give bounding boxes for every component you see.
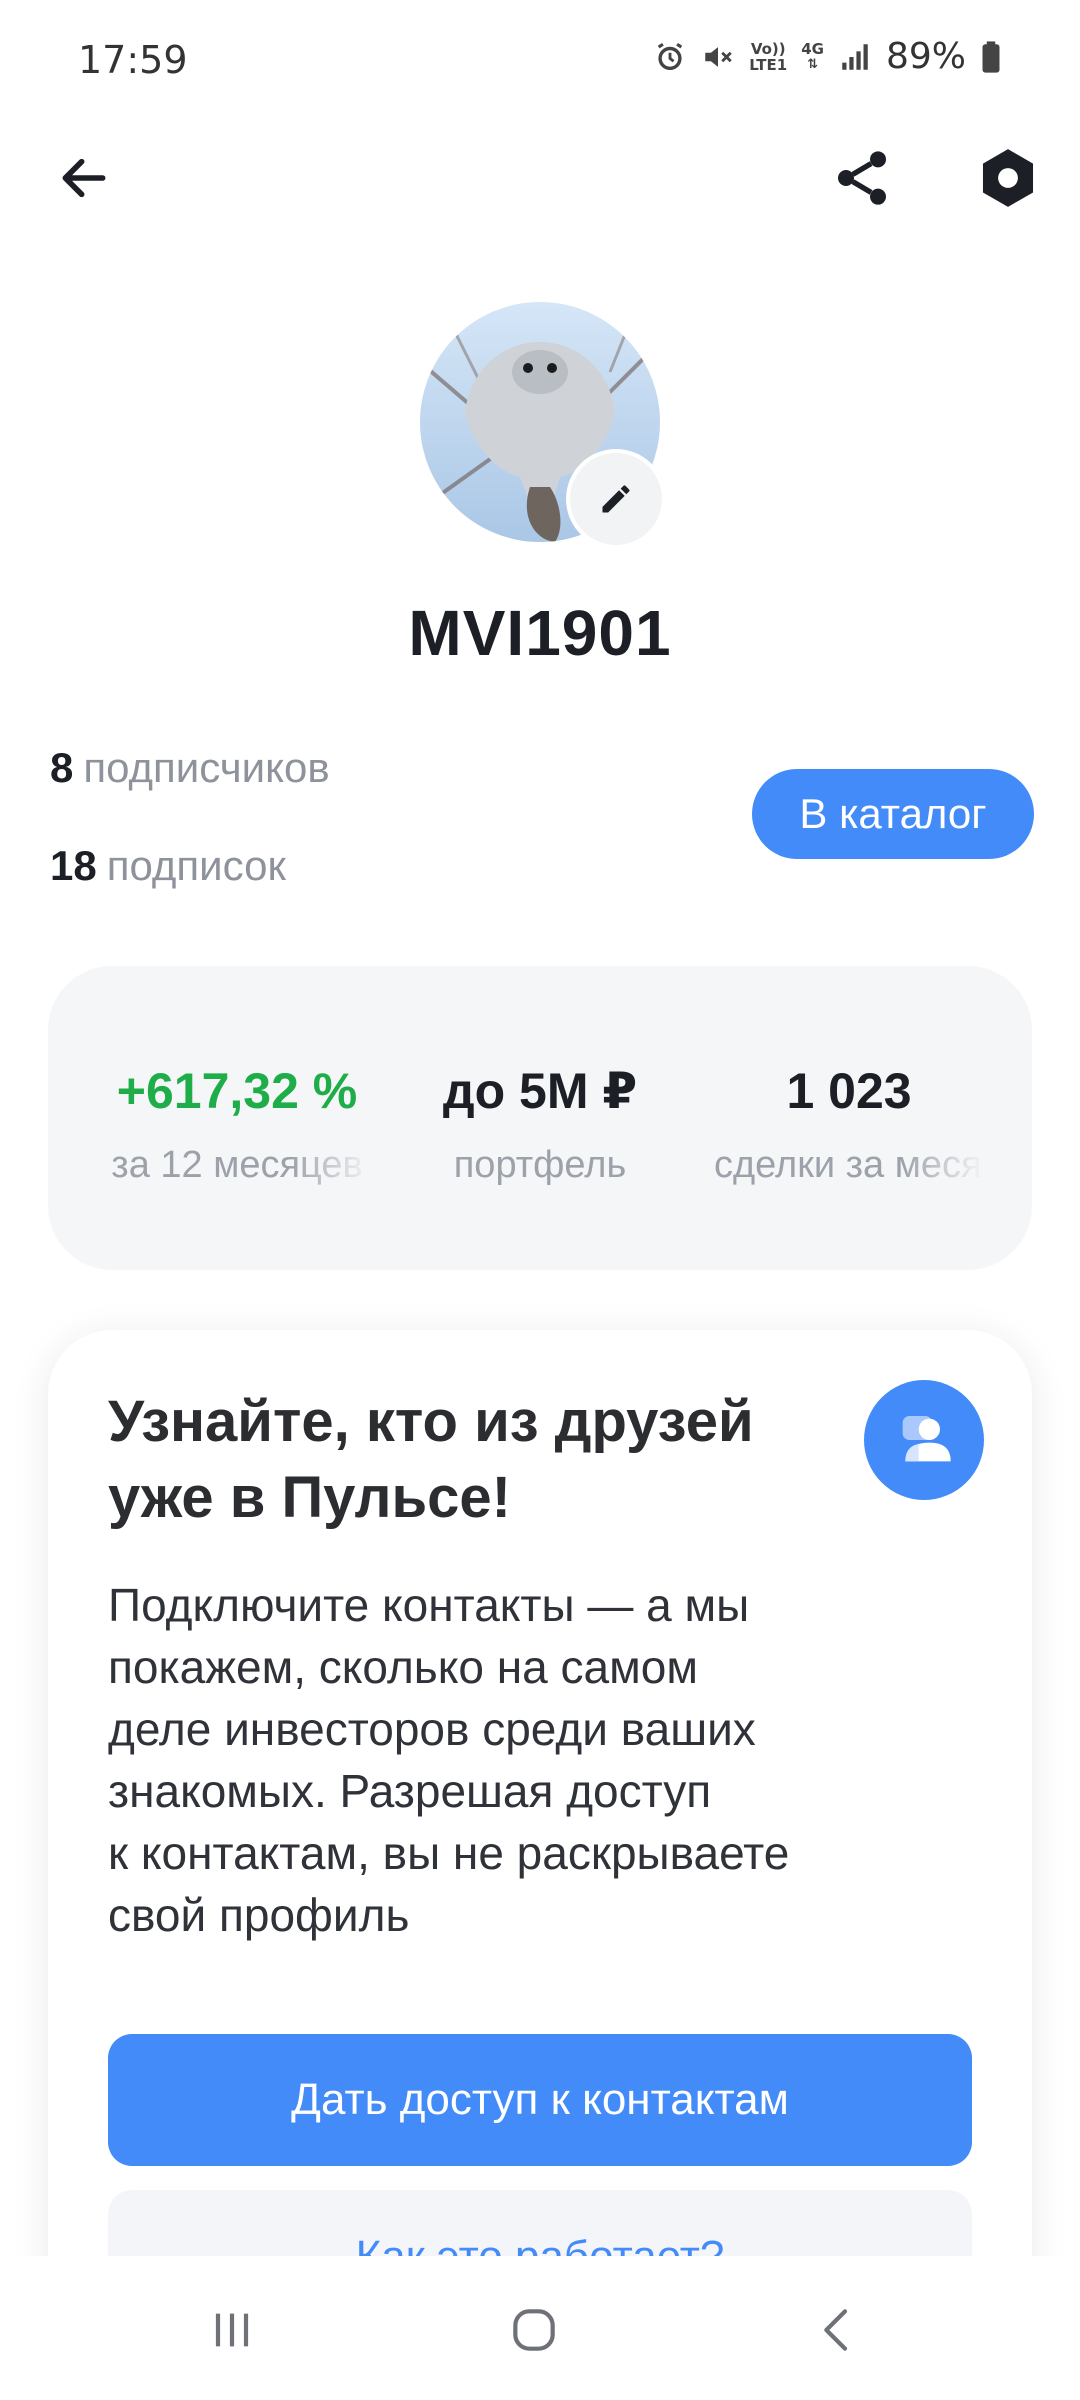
stat-portfolio-label: портфель — [453, 1144, 627, 1186]
stat-portfolio-value: до 5M ₽ — [442, 1063, 638, 1119]
stat-deals-value: 1 023 — [786, 1063, 912, 1119]
back-icon — [824, 2309, 848, 2351]
mute-icon — [705, 46, 732, 67]
status-time: 17:59 — [78, 38, 188, 82]
home-icon — [513, 2309, 555, 2351]
stat-yield[interactable]: +617,32 % за 12 месяцев — [102, 1062, 372, 1187]
promo-title: Узнайте, кто из друзей уже в Пульсе! — [108, 1389, 754, 1530]
back-arrow-icon — [62, 158, 106, 198]
following-link[interactable]: 18 подписок — [50, 842, 286, 890]
contacts-icon — [864, 1380, 984, 1500]
app-bar — [0, 120, 1080, 220]
volte-label-top: Vo)) — [750, 39, 786, 58]
stat-yield-value: +617,32 % — [116, 1063, 358, 1119]
signal-icon — [842, 43, 868, 70]
stat-portfolio[interactable]: до 5M ₽ портфель — [405, 1062, 675, 1187]
followers-label: подписчиков — [83, 744, 330, 791]
username: MVI1901 — [408, 597, 672, 669]
followers-link[interactable]: 8 подписчиков — [50, 744, 330, 792]
following-count: 18 — [50, 842, 97, 889]
catalog-button[interactable]: В каталог — [752, 769, 1034, 859]
status-bar: 17:59 Vo)) LTE1 4G ⇅ 89% — [0, 0, 1080, 120]
pencil-icon — [602, 485, 630, 513]
battery-percent: 89% — [885, 36, 966, 77]
system-back-button[interactable] — [788, 2280, 888, 2380]
following-label: подписок — [106, 842, 286, 889]
followers-count: 8 — [50, 744, 74, 791]
promo-text: Подключите контакты — а мы покажем, скол… — [108, 1579, 790, 1941]
back-button[interactable] — [48, 142, 120, 214]
share-icon — [838, 151, 886, 205]
recents-icon — [215, 2313, 249, 2347]
status-icons: Vo)) LTE1 4G ⇅ 89% — [653, 36, 1002, 77]
network-4g-icon: 4G ⇅ — [801, 39, 824, 72]
volte-label-bottom: LTE1 — [749, 55, 788, 74]
alarm-icon — [658, 42, 683, 70]
network-label: 4G — [801, 39, 824, 58]
avatar-edit-button[interactable] — [570, 453, 662, 545]
volte-icon: Vo)) LTE1 — [749, 41, 787, 73]
battery-icon — [982, 40, 1000, 73]
system-nav-bar — [0, 2256, 1080, 2400]
stat-deals[interactable]: 1 023 сделки за месяц — [714, 1062, 984, 1187]
home-button[interactable] — [484, 2280, 584, 2380]
stat-deals-label: сделки за месяц — [714, 1144, 984, 1186]
share-button[interactable] — [822, 138, 902, 218]
grant-contacts-access-button[interactable]: Дать доступ к контактам — [108, 2034, 972, 2166]
stats-card: +617,32 % за 12 месяцев до 5M ₽ портфель… — [48, 966, 1032, 1270]
stat-yield-label: за 12 месяцев — [111, 1144, 363, 1186]
settings-button[interactable] — [968, 138, 1048, 218]
recents-button[interactable] — [182, 2280, 282, 2380]
settings-hexagon-icon — [982, 149, 1034, 207]
contacts-promo-card: Узнайте, кто из друзей уже в Пульсе! Под… — [48, 1330, 1032, 2330]
